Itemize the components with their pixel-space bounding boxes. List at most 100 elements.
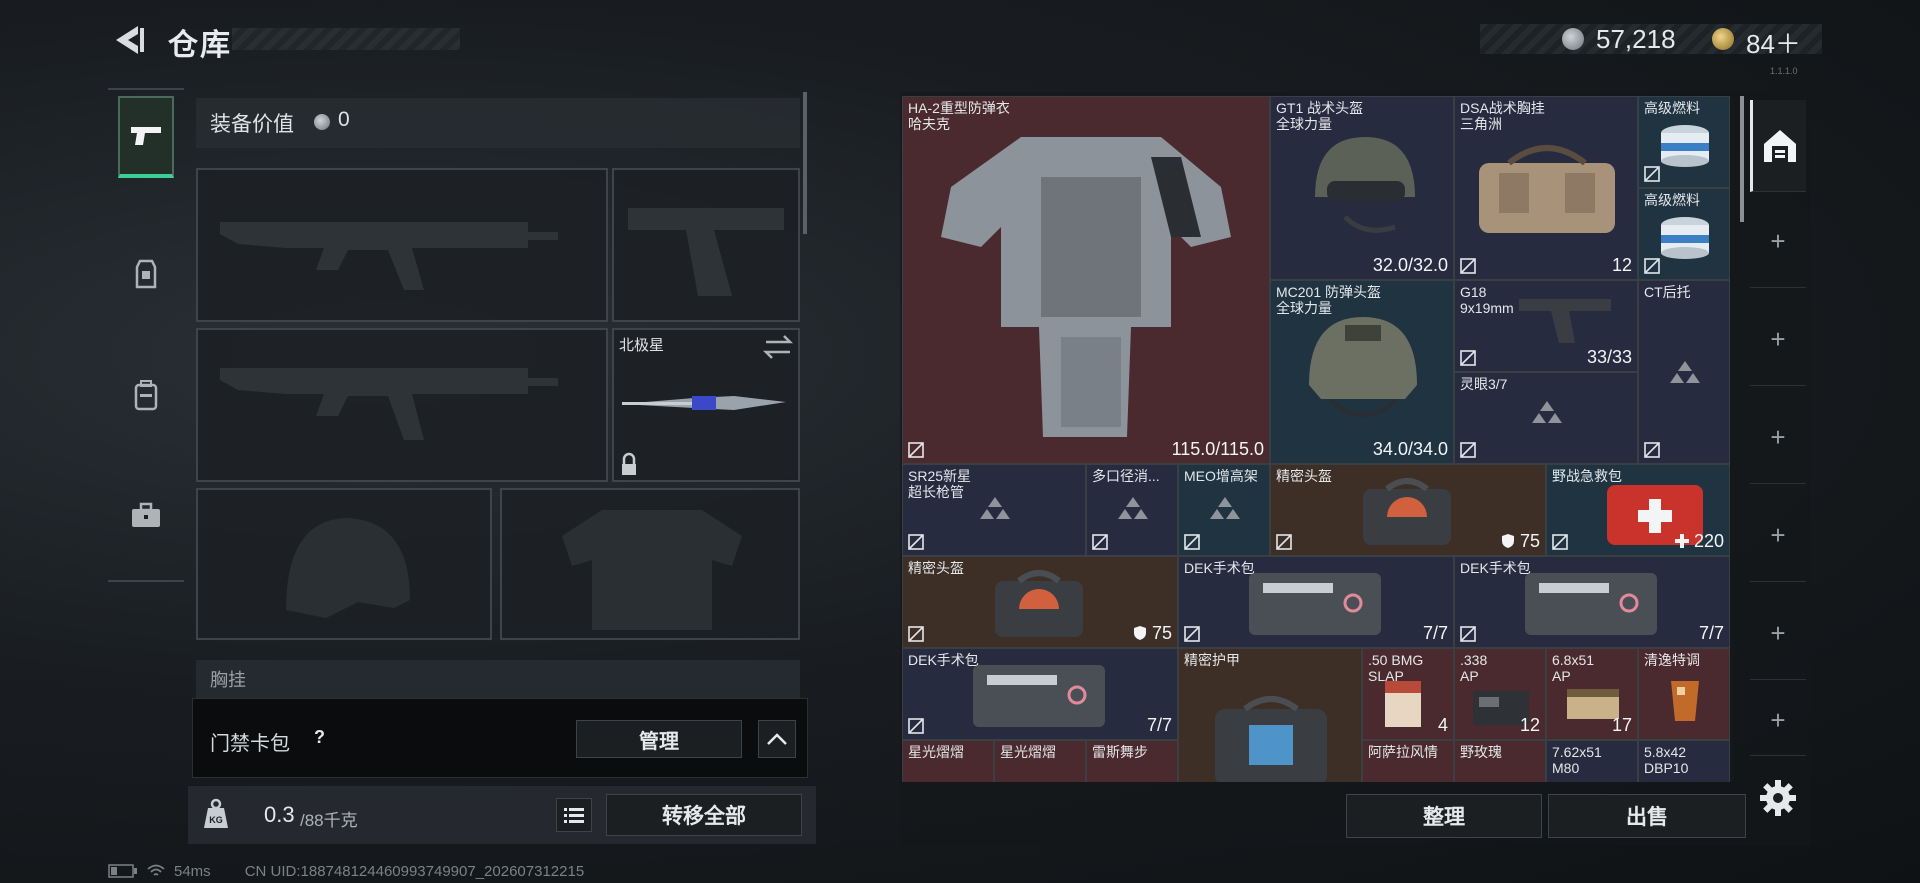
stash-tab-add[interactable]: + <box>1750 686 1806 756</box>
helmet-slot[interactable] <box>196 488 492 640</box>
list-view-button[interactable] <box>556 798 592 832</box>
tab-weapons[interactable] <box>118 96 174 178</box>
unlock-icon <box>1460 350 1476 366</box>
armor-silhouette-icon <box>562 510 742 630</box>
sell-button[interactable]: 出售 <box>1548 794 1746 838</box>
stash-item-mount[interactable]: MEO增高架 <box>1178 464 1270 556</box>
unlock-icon <box>1644 442 1660 458</box>
stash-tab-add[interactable]: + <box>1750 196 1806 288</box>
stash-item-helmet[interactable]: 精密头盔 75 <box>902 556 1178 648</box>
item-name: 5.8x42 DBP10 <box>1644 744 1689 776</box>
sort-button[interactable]: 整理 <box>1346 794 1542 838</box>
stash-item-surgery-kit[interactable]: DEK手术包 7/7 <box>1178 556 1454 648</box>
tactical-helmet-icon <box>1315 137 1415 233</box>
item-name: 星光熠熠 <box>908 744 964 760</box>
stash-item-fuel[interactable]: 高级燃料 <box>1638 188 1730 280</box>
surgery-kit-icon <box>973 665 1105 727</box>
stash-item-surgery-kit[interactable]: DEK手术包 7/7 <box>902 648 1178 740</box>
unlock-icon <box>1552 534 1568 550</box>
stash-item-barrel[interactable]: SR25新星 超长枪管 <box>902 464 1086 556</box>
secondary-weapon-slot[interactable] <box>196 328 608 482</box>
stash-item-ammo[interactable]: 6.8x51 AP 17 <box>1546 648 1638 740</box>
stash-item-ammo[interactable]: .50 BMG SLAP 4 <box>1362 648 1454 740</box>
item-name: 精密护甲 <box>1184 652 1240 668</box>
item-name: 星光熠熠 <box>1000 744 1056 760</box>
unlock-icon <box>1184 626 1200 642</box>
stash-item-ammo[interactable]: .338 AP 12 <box>1454 648 1546 740</box>
pistol-slot[interactable] <box>612 168 800 322</box>
stash-item-pistol[interactable]: G18 9x19mm 33/33 <box>1454 280 1638 372</box>
item-name: 7.62x51 M80 <box>1552 744 1602 776</box>
page-title: 仓库 <box>168 29 232 62</box>
stash-grid[interactable]: HA-2重型防弹衣 哈夫克 115.0/115.0 GT1 战术头盔 全球力量 32… <box>902 96 1734 782</box>
stash-item-surgery-kit[interactable]: DEK手术包 7/7 <box>1454 556 1730 648</box>
item-durability: 115.0/115.0 <box>1171 439 1264 459</box>
back-button[interactable] <box>108 22 148 58</box>
stash-item-scope[interactable]: 灵眼3/7 <box>1454 372 1638 464</box>
keycard-label: 门禁卡包 <box>210 733 290 755</box>
shield-icon <box>1133 626 1146 640</box>
stash-item-armor[interactable]: 精密护甲 <box>1178 648 1362 782</box>
settings-button[interactable] <box>1758 778 1798 818</box>
stash-tab-home[interactable] <box>1750 100 1806 192</box>
gear-icon <box>1760 780 1796 816</box>
item-name: 精密头盔 <box>908 560 964 576</box>
stash-item-stock[interactable]: CT后托 <box>1638 280 1730 464</box>
ammo-box-icon <box>1385 681 1421 727</box>
stash-item-ammo[interactable]: 5.8x42 DBP10 <box>1638 740 1730 782</box>
stash-item-chest-rig[interactable]: DSA战术胸挂 三角洲 12 <box>1454 96 1638 280</box>
stash-tab-add[interactable]: + <box>1750 392 1806 484</box>
stash-scrollbar[interactable] <box>1740 96 1744 222</box>
stash-item-helmet[interactable]: MC201 防弹头盔 全球力量 34.0/34.0 <box>1270 280 1454 464</box>
stash-item-helmet[interactable]: 精密头盔 75 <box>1270 464 1546 556</box>
transfer-all-button[interactable]: 转移全部 <box>606 794 802 836</box>
stash-item-drink[interactable]: 清逸特调 <box>1638 648 1730 740</box>
stash-item-drink[interactable]: 阿萨拉风情 <box>1362 740 1454 782</box>
armor-slot[interactable] <box>500 488 800 640</box>
pistol-silhouette-icon <box>628 208 784 296</box>
stash-item-drink[interactable]: 雷斯舞步 <box>1086 740 1178 782</box>
unlock-icon <box>1644 166 1660 182</box>
stash-item-drink[interactable]: 星光熠熠 <box>902 740 994 782</box>
primary-weapon-slot[interactable] <box>196 168 608 322</box>
expand-button[interactable] <box>758 720 796 758</box>
stash-item-first-aid[interactable]: 野战急救包 220 <box>1546 464 1730 556</box>
weight-icon: KG <box>202 798 230 830</box>
cocktail-icon <box>1671 681 1699 721</box>
attachment-icon <box>1210 497 1240 519</box>
tab-equipment[interactable] <box>118 234 174 316</box>
gold-currency-amount[interactable]: 84＋ <box>1746 24 1801 61</box>
plus-icon <box>1674 534 1689 548</box>
unlock-icon <box>908 718 924 734</box>
back-arrow-icon <box>116 26 144 54</box>
version-label: 1.1.1.0 <box>1770 66 1798 76</box>
stash-tab-add[interactable]: + <box>1750 490 1806 582</box>
stash-item-fuel[interactable]: 高级燃料 <box>1638 96 1730 188</box>
item-name: SR25新星 超长枪管 <box>908 468 972 500</box>
chest-rig-section[interactable] <box>196 660 800 700</box>
help-button[interactable]: ? <box>314 727 338 751</box>
stash-item-drink[interactable]: 野玫瑰 <box>1454 740 1546 782</box>
item-name: G18 9x19mm <box>1460 284 1514 316</box>
manage-button[interactable]: 管理 <box>576 720 742 758</box>
stash-tab-add[interactable]: + <box>1750 588 1806 680</box>
stash-item-ammo[interactable]: 7.62x51 M80 <box>1546 740 1638 782</box>
uid-label: CN UID:18874812446099374990​7_2026073122… <box>244 862 585 880</box>
loadout-scrollbar[interactable] <box>803 92 807 234</box>
swap-icon <box>762 335 794 359</box>
title-stripe <box>232 28 460 50</box>
unlock-icon <box>1460 442 1476 458</box>
tab-backpack[interactable] <box>118 354 174 436</box>
tab-case[interactable] <box>118 474 174 556</box>
item-name: 雷斯舞步 <box>1092 744 1148 760</box>
item-name: MEO增高架 <box>1184 468 1258 484</box>
stash-tab-add[interactable]: + <box>1750 294 1806 386</box>
stash-item-helmet[interactable]: GT1 战术头盔 全球力量 32.0/32.0 <box>1270 96 1454 280</box>
item-count: 17 <box>1611 715 1632 735</box>
stash-item-drink[interactable]: 星光熠熠 <box>994 740 1086 782</box>
stash-item-suppressor[interactable]: 多口径消... <box>1086 464 1178 556</box>
ballistic-helmet-icon <box>1309 317 1417 417</box>
status-bar: 54ms CN UID:18874812446099374990​7_20260… <box>108 860 584 882</box>
silver-coin-icon <box>1562 28 1584 50</box>
stash-item-armor[interactable]: HA-2重型防弹衣 哈夫克 115.0/115.0 <box>902 96 1270 464</box>
